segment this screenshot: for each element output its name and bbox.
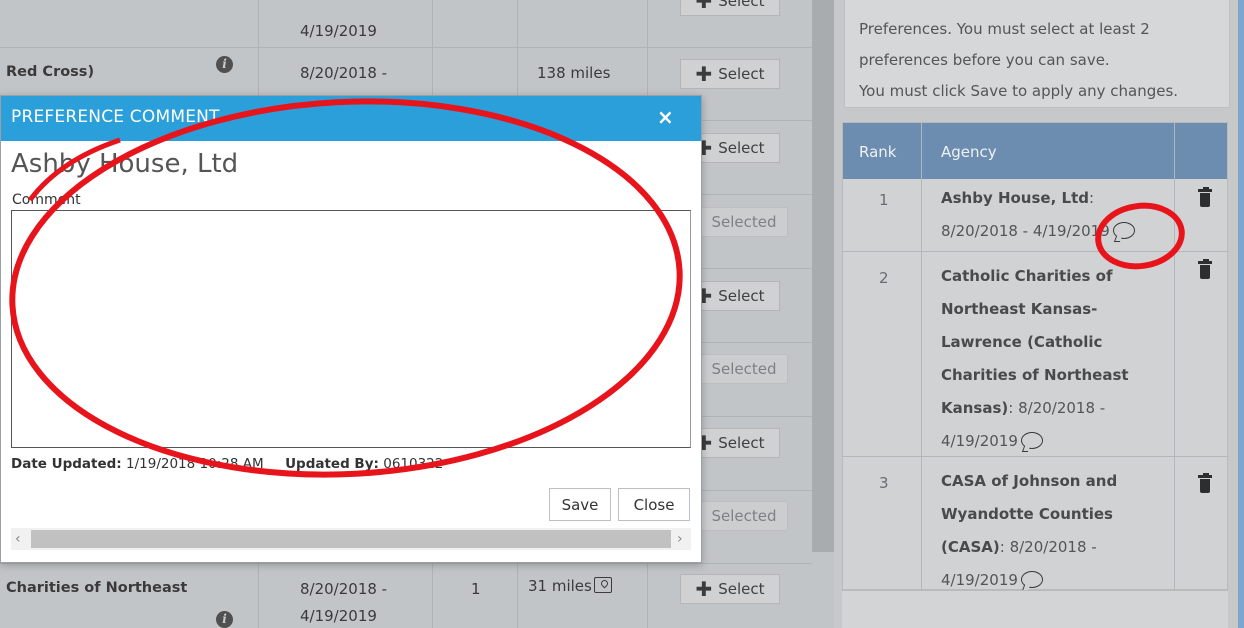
row-divider [843, 251, 1227, 252]
select-button[interactable]: ✚ Select [680, 59, 780, 89]
dialog-title: PREFERENCE COMMENT [11, 107, 220, 127]
save-button[interactable]: Save [549, 488, 611, 521]
dialog-header: PREFERENCE COMMENT × [1, 96, 701, 141]
close-button[interactable]: Close [618, 488, 690, 521]
select-button[interactable]: ✚ Select [680, 574, 780, 604]
date-updated-label: Date Updated: [11, 456, 122, 472]
chevron-right-icon[interactable]: › [677, 531, 683, 547]
table-cell-distance: 138 miles [537, 64, 611, 82]
agency-name: Catholic Charities of Northeast Kansas-L… [941, 267, 1129, 417]
dialog-agency-name: Ashby House, Ltd [11, 149, 239, 179]
column-divider [921, 123, 922, 591]
map-icon[interactable] [593, 577, 612, 593]
column-header-rank[interactable]: Rank [859, 143, 896, 161]
preference-comment-dialog: PREFERENCE COMMENT × Ashby House, Ltd Co… [0, 95, 702, 563]
table-cell-distance: 31 miles [528, 577, 612, 595]
trash-icon[interactable] [1198, 187, 1212, 207]
notice-line: preferences before you can save. [859, 51, 1110, 69]
scrollbar-thumb[interactable] [31, 530, 671, 548]
date-updated-value: 1/19/2018 10:28 AM [126, 456, 264, 472]
comment-textarea[interactable] [11, 210, 691, 448]
preference-agency: CASA of Johnson and Wyandotte Counties (… [941, 472, 1118, 589]
preferences-notice: Preferences. You must select at least 2 … [844, 0, 1230, 108]
table-cell-date: 4/19/2019 [300, 22, 377, 40]
table-header: Rank Agency [843, 123, 1227, 179]
page-scrollbar[interactable] [812, 0, 834, 552]
plus-icon: ✚ [695, 0, 713, 13]
table-cell-date: 4/19/2019 [300, 607, 377, 625]
panel-footer [842, 590, 1228, 628]
panel-edge [1238, 0, 1244, 628]
info-icon[interactable]: i [216, 56, 233, 73]
selected-button: Selected [700, 354, 788, 384]
trash-icon[interactable] [1198, 259, 1212, 279]
plus-icon: ✚ [695, 62, 713, 86]
table-cell-agency: Charities of Northeast [6, 580, 188, 596]
rank-value: 3 [879, 474, 889, 492]
table-cell-count: 1 [471, 580, 481, 598]
plus-icon: ✚ [695, 577, 713, 601]
comment-icon[interactable] [1020, 571, 1043, 588]
notice-line: You must click Save to apply any changes… [859, 82, 1179, 100]
table-cell-date: 8/20/2018 - [300, 64, 388, 82]
preferences-panel: Preferences. You must select at least 2 … [834, 0, 1244, 628]
comment-icon[interactable] [1112, 222, 1135, 239]
rank-value: 1 [879, 191, 889, 209]
preferences-table: Rank Agency 1 Ashby House, Ltd: 8/20/201… [842, 122, 1228, 591]
updated-by-value: 0610322 [383, 456, 444, 472]
comment-icon[interactable] [1020, 432, 1043, 449]
updated-by-label: Updated By: [285, 456, 379, 472]
notice-line: Preferences. You must select at least 2 [859, 20, 1150, 38]
selected-button: Selected [700, 501, 788, 531]
preference-agency: Catholic Charities of Northeast Kansas-L… [941, 267, 1129, 450]
rank-value: 2 [879, 269, 889, 287]
close-icon[interactable]: × [657, 105, 674, 129]
chevron-left-icon[interactable]: ‹ [15, 531, 21, 547]
table-cell-agency: Red Cross) [6, 64, 95, 80]
select-button[interactable]: ✚ Select [680, 0, 780, 16]
comment-label: Comment [12, 192, 81, 208]
table-cell-date: 8/20/2018 - [300, 580, 388, 598]
page-scrollbar-track [812, 552, 834, 628]
column-divider [1174, 123, 1175, 591]
row-divider [0, 563, 812, 564]
preference-agency: Ashby House, Ltd: 8/20/2018 - 4/19/2019 [941, 182, 1141, 248]
info-icon[interactable]: i [216, 611, 233, 628]
column-header-agency[interactable]: Agency [941, 143, 997, 161]
agency-name: Ashby House, Ltd [941, 189, 1089, 207]
row-divider [0, 47, 812, 48]
selected-button: Selected [700, 207, 788, 237]
trash-icon[interactable] [1198, 473, 1212, 493]
horizontal-scrollbar[interactable]: ‹ › [11, 528, 691, 550]
update-info: Date Updated: 1/19/2018 10:28 AM Updated… [11, 456, 443, 472]
agency-dates: 8/20/2018 - 4/19/2019 [941, 222, 1110, 240]
